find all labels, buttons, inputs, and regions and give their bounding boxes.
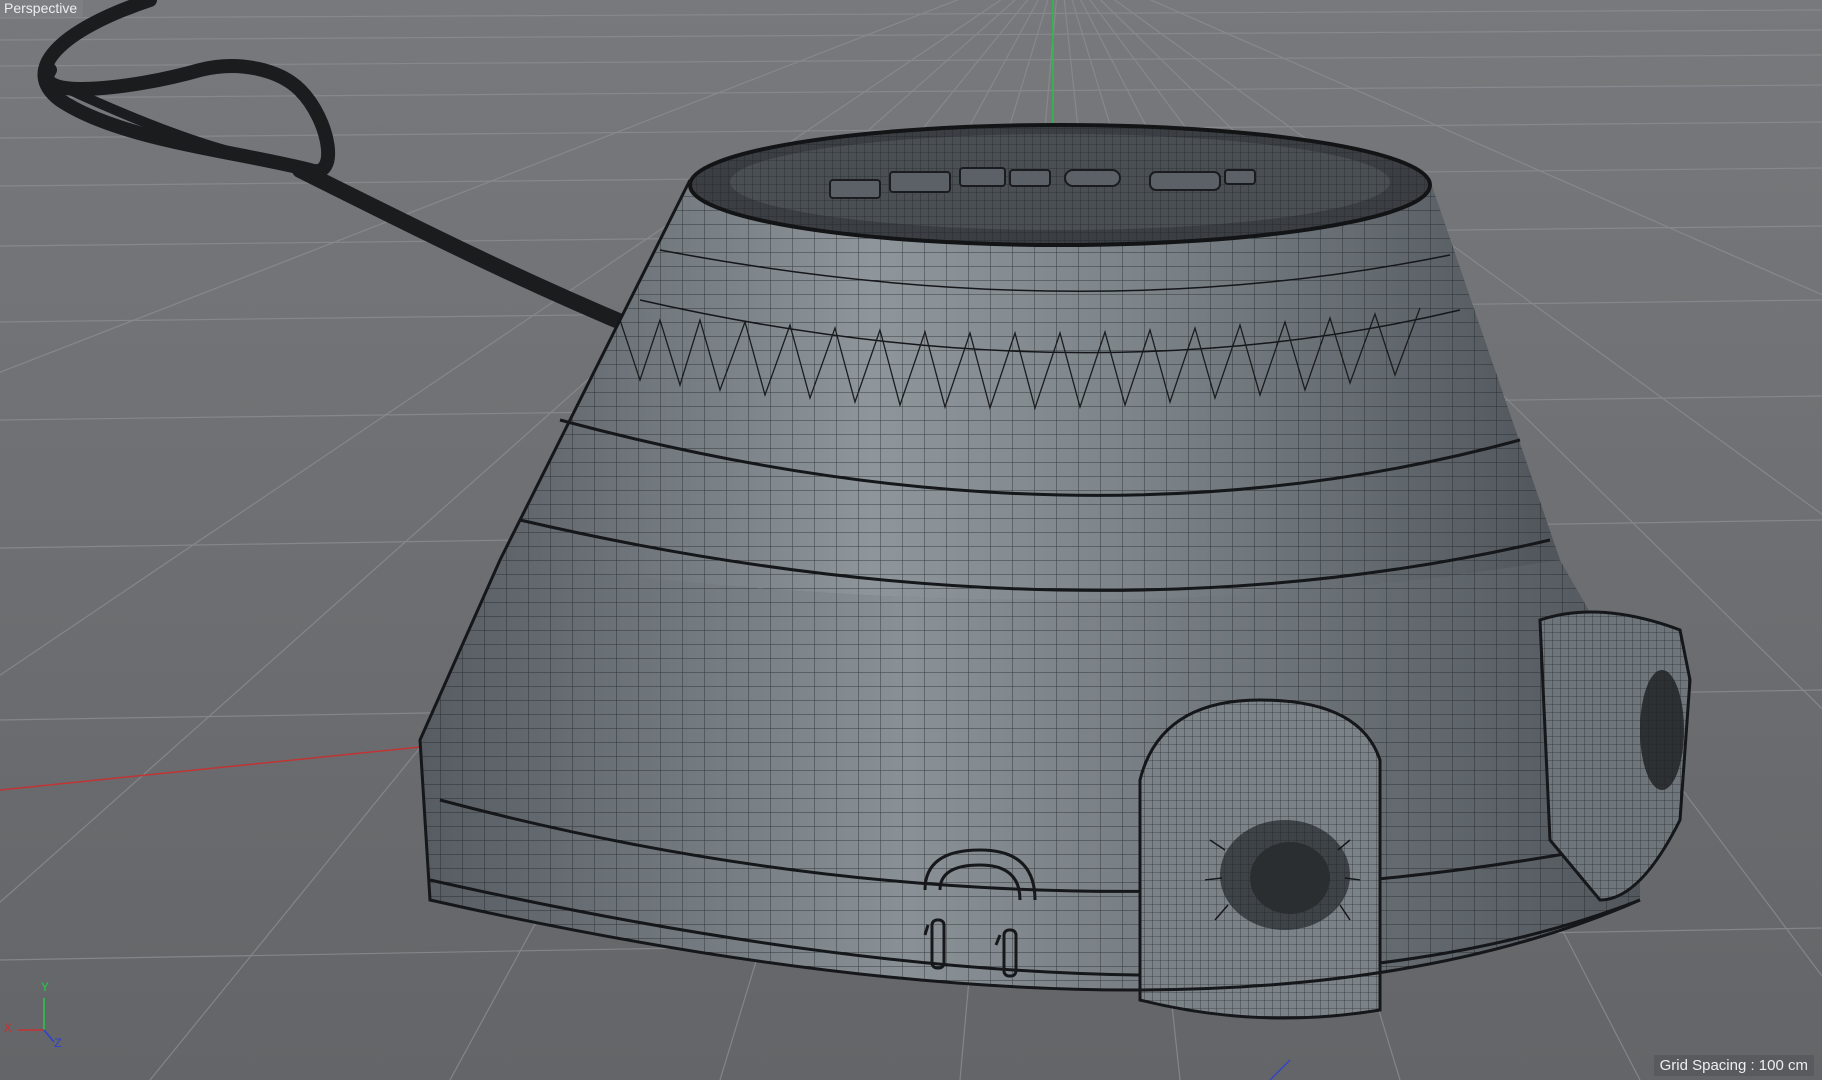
3d-viewport[interactable]: Perspective Y X Z Grid Spacing : 100 cm xyxy=(0,0,1822,1080)
viewport-label[interactable]: Perspective xyxy=(0,0,84,17)
front-port[interactable] xyxy=(1138,698,1382,1020)
gizmo-x-label: X xyxy=(4,1021,12,1036)
gizmo-y-label: Y xyxy=(41,980,49,995)
viewport-canvas[interactable] xyxy=(0,0,1822,1080)
grid-spacing-readout: Grid Spacing : 100 cm xyxy=(1653,1055,1814,1076)
axis-gizmo-icon: Y X Z xyxy=(4,980,64,1054)
gizmo-z-label: Z xyxy=(54,1036,62,1051)
